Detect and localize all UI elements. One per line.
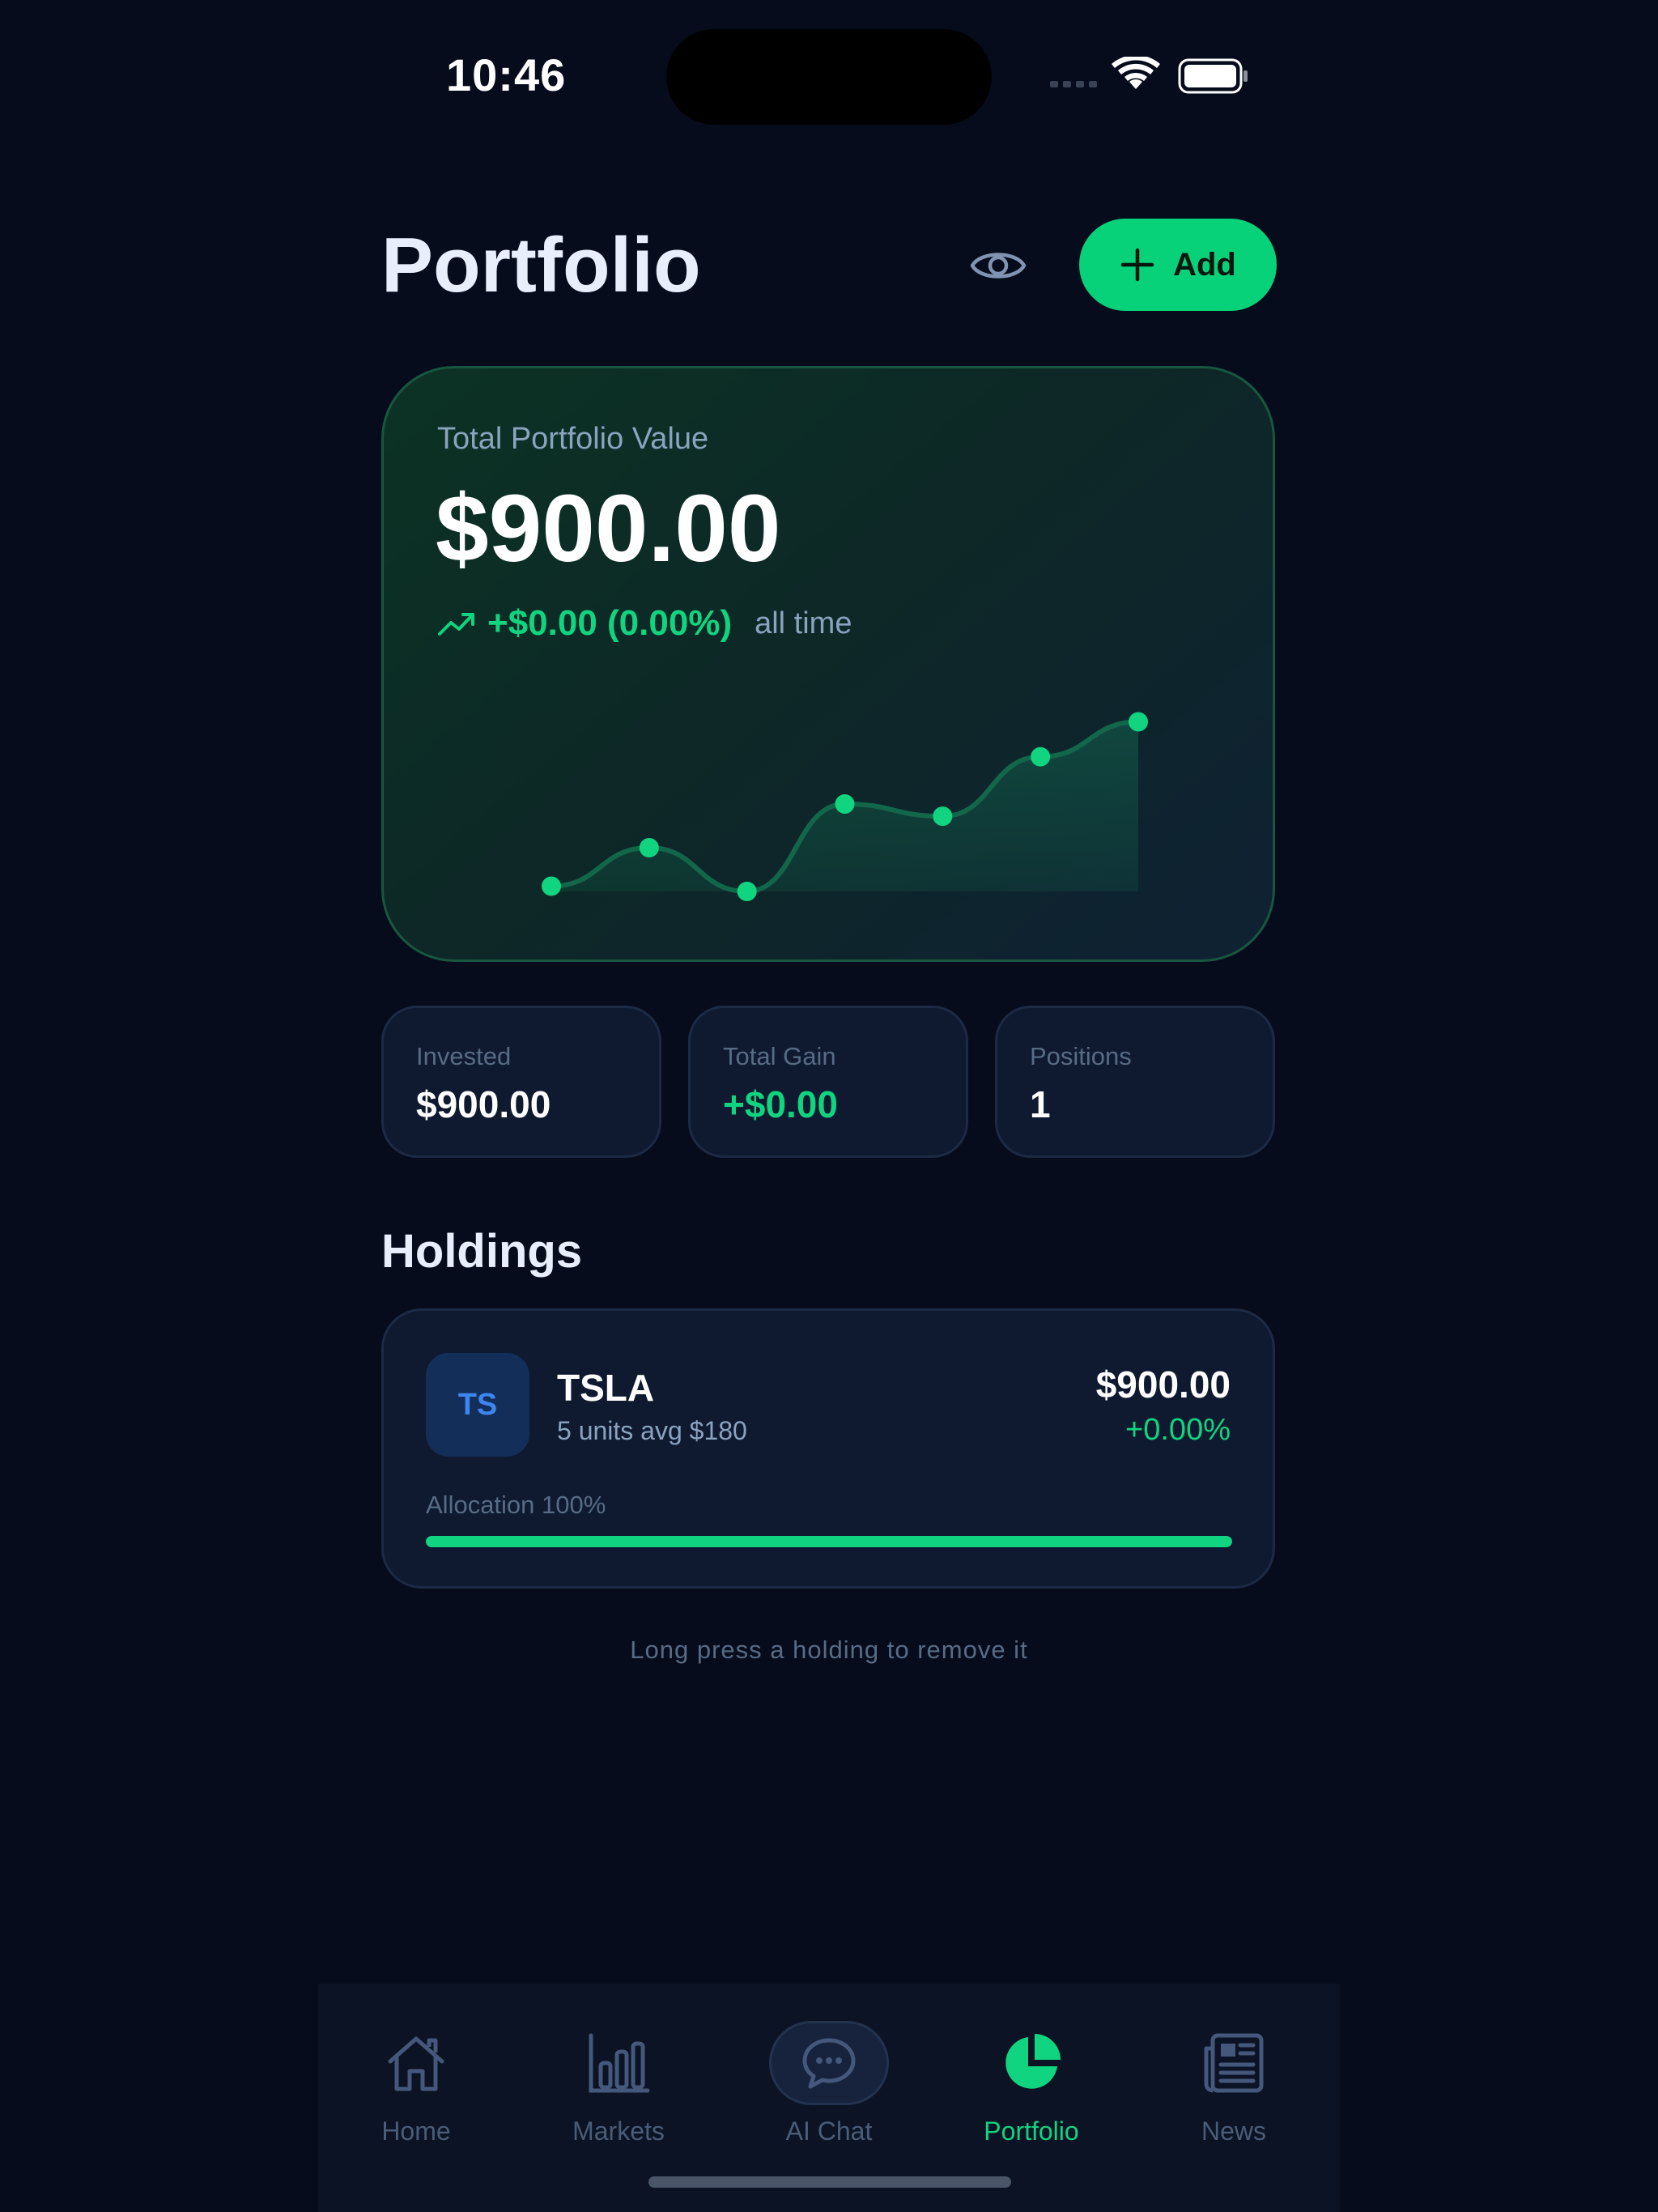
chat-bubble-icon bbox=[802, 2038, 856, 2089]
wifi-icon bbox=[1112, 54, 1160, 89]
battery-icon bbox=[1178, 58, 1248, 94]
holding-card-tsla[interactable]: TS TSLA 5 units avg $180 $900.00 +0.00% … bbox=[381, 1308, 1275, 1589]
add-button-label: Add bbox=[1173, 246, 1236, 283]
stat-card-positions: Positions 1 bbox=[995, 1006, 1275, 1158]
page-title: Portfolio bbox=[381, 222, 701, 308]
stat-value: +$0.00 bbox=[723, 1083, 838, 1125]
toggle-visibility-button[interactable] bbox=[966, 235, 1031, 296]
trending-up-icon bbox=[438, 613, 474, 636]
chart-point bbox=[737, 882, 757, 901]
tab-news[interactable]: News bbox=[1153, 2021, 1315, 2150]
chart-point bbox=[933, 806, 953, 827]
tab-home[interactable]: Home bbox=[335, 2021, 497, 2150]
ticker-name: TSLA bbox=[557, 1367, 655, 1409]
chart-point bbox=[1129, 712, 1148, 732]
tab-portfolio[interactable]: Portfolio bbox=[950, 2021, 1112, 2150]
tab-icon-container bbox=[356, 2021, 476, 2105]
stat-card-invested: Invested $900.00 bbox=[381, 1006, 661, 1158]
pie-chart-icon bbox=[1005, 2034, 1061, 2089]
home-indicator[interactable] bbox=[648, 2176, 1011, 2188]
total-value-label: Total Portfolio Value bbox=[437, 422, 709, 456]
tab-markets[interactable]: Markets bbox=[538, 2021, 699, 2150]
bar-chart-icon bbox=[589, 2033, 650, 2093]
chart-point bbox=[542, 876, 561, 896]
total-value-amount: $900.00 bbox=[436, 475, 781, 582]
home-icon bbox=[388, 2036, 444, 2091]
status-time: 10:46 bbox=[446, 49, 567, 100]
holding-detail: 5 units avg $180 bbox=[557, 1416, 747, 1445]
tab-icon-container bbox=[769, 2021, 889, 2105]
tab-label: Portfolio bbox=[984, 2116, 1079, 2146]
stat-label: Positions bbox=[1030, 1042, 1132, 1070]
portfolio-value-card: Total Portfolio Value $900.00 +$0.00 (0.… bbox=[381, 366, 1275, 962]
holdings-title: Holdings bbox=[381, 1225, 583, 1278]
stat-value: $900.00 bbox=[416, 1083, 551, 1125]
chart-point bbox=[1031, 747, 1051, 767]
tab-label: Home bbox=[381, 2116, 451, 2146]
chart-point bbox=[639, 838, 659, 857]
allocation-bar bbox=[426, 1536, 1232, 1547]
plus-icon bbox=[1120, 248, 1154, 282]
remove-hint: Long press a holding to remove it bbox=[630, 1636, 1028, 1664]
signal-icon bbox=[1050, 81, 1097, 87]
tab-icon-container bbox=[971, 2021, 1091, 2105]
chart-point bbox=[835, 794, 855, 814]
stat-label: Total Gain bbox=[723, 1042, 836, 1070]
holding-value: $900.00 bbox=[1095, 1363, 1231, 1406]
stat-card-total-gain: Total Gain +$0.00 bbox=[688, 1006, 968, 1158]
stat-value: 1 bbox=[1030, 1083, 1051, 1125]
status-icons bbox=[1050, 54, 1261, 96]
holding-change: +0.00% bbox=[1125, 1413, 1231, 1447]
eye-icon bbox=[970, 253, 1027, 279]
ticker-badge: TS bbox=[426, 1353, 529, 1457]
value-change-row: +$0.00 (0.00%) all time bbox=[437, 603, 852, 644]
tab-icon-container bbox=[1174, 2021, 1294, 2105]
app-screen: 10:46 Portfolio Add Total Portfolio Valu… bbox=[0, 0, 1658, 2212]
stat-label: Invested bbox=[416, 1042, 512, 1070]
tab-label: AI Chat bbox=[785, 2116, 873, 2146]
tab-label: News bbox=[1201, 2116, 1266, 2146]
newspaper-icon bbox=[1204, 2033, 1264, 2093]
allocation-bar-fill bbox=[426, 1536, 1232, 1547]
dynamic-island bbox=[666, 29, 992, 125]
phone-frame: 10:46 Portfolio Add Total Portfolio Valu… bbox=[318, 0, 1340, 2212]
add-position-button[interactable]: Add bbox=[1079, 219, 1277, 311]
allocation-label: Allocation 100% bbox=[426, 1491, 606, 1519]
value-change-period: all time bbox=[755, 606, 852, 640]
tab-icon-container bbox=[559, 2021, 678, 2105]
tab-ai-chat[interactable]: AI Chat bbox=[748, 2021, 910, 2150]
portfolio-chart bbox=[542, 712, 1148, 901]
value-change-amount: +$0.00 (0.00%) bbox=[487, 603, 733, 643]
tab-label: Markets bbox=[572, 2116, 665, 2146]
